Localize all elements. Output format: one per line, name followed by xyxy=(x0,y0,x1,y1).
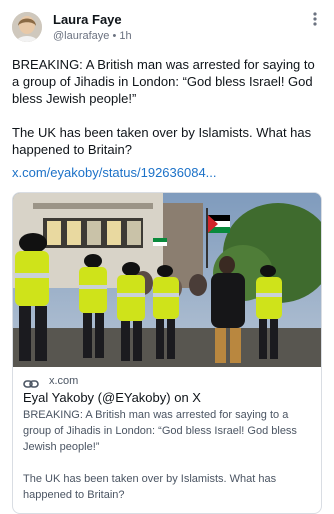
author-handle[interactable]: @laurafaye xyxy=(53,30,109,42)
author-name[interactable]: Laura Faye xyxy=(53,12,122,27)
post-link[interactable]: x.com/eyakoby/status/192636084... xyxy=(12,165,217,180)
link-chain-icon xyxy=(23,377,39,389)
card-desc-paragraph-2: The UK has been taken over by Islamists.… xyxy=(23,473,277,501)
card-description: BREAKING: A British man was arrested for… xyxy=(23,407,315,503)
card-desc-paragraph-1: BREAKING: A British man was arrested for… xyxy=(23,409,297,453)
post-body: BREAKING: A British man was arrested for… xyxy=(12,56,324,158)
card-image[interactable] xyxy=(13,193,321,367)
avatar[interactable] xyxy=(12,12,42,42)
card-title[interactable]: Eyal Yakoby (@EYakoby) on X xyxy=(23,390,201,405)
card-domain: x.com xyxy=(49,375,79,387)
post-meta: @laurafaye • 1h xyxy=(53,30,132,42)
link-preview-card[interactable]: x.com Eyal Yakoby (@EYakoby) on X BREAKI… xyxy=(12,192,322,514)
meta-separator: • xyxy=(112,30,117,42)
post-paragraph-2: The UK has been taken over by Islamists.… xyxy=(12,125,312,157)
more-horizontal-icon[interactable] xyxy=(306,10,324,28)
post-time[interactable]: 1h xyxy=(119,30,131,42)
post-paragraph-1: BREAKING: A British man was arrested for… xyxy=(12,57,315,106)
